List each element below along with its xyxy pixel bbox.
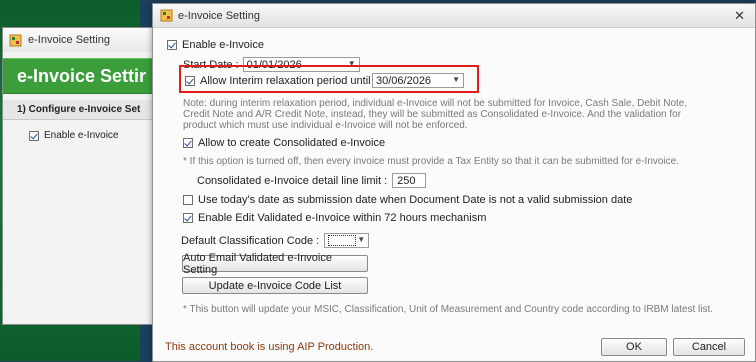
update-code-list-button[interactable]: Update e-Invoice Code List xyxy=(182,277,368,294)
e-invoice-setting-dialog: e-Invoice Setting ✕ Enable e-Invoice Sta… xyxy=(152,3,756,362)
classification-row: Default Classification Code : ▼ xyxy=(181,233,370,248)
classification-value xyxy=(328,235,357,246)
consolidated-row[interactable]: Allow to create Consolidated e-Invoice xyxy=(183,137,385,149)
edit-validated-checkbox[interactable] xyxy=(183,213,193,223)
dialog-title: e-Invoice Setting xyxy=(178,9,260,22)
cancel-button[interactable]: Cancel xyxy=(673,338,745,356)
background-enable-row[interactable]: Enable e-Invoice xyxy=(3,130,163,141)
close-icon[interactable]: ✕ xyxy=(734,8,745,24)
consolidated-note: * If this option is turned off, then eve… xyxy=(183,156,680,167)
ok-button[interactable]: OK xyxy=(601,338,667,356)
use-today-checkbox[interactable] xyxy=(183,195,193,205)
enable-einvoice-label: Enable e-Invoice xyxy=(182,39,264,51)
app-icon xyxy=(9,34,22,46)
highlight-box xyxy=(179,65,479,93)
use-today-label: Use today's date as submission date when… xyxy=(198,194,633,206)
line-limit-input[interactable]: 250 xyxy=(392,173,427,188)
line-limit-label: Consolidated e-Invoice detail line limit… xyxy=(197,174,388,187)
enable-einvoice-row[interactable]: Enable e-Invoice xyxy=(167,39,264,51)
background-window: e-Invoice Setting e-Invoice Settir 1) Co… xyxy=(2,27,164,325)
line-limit-row: Consolidated e-Invoice detail line limit… xyxy=(197,173,427,188)
consolidated-checkbox[interactable] xyxy=(183,138,193,148)
app-icon xyxy=(160,9,173,22)
background-window-titlebar: e-Invoice Setting xyxy=(3,28,163,52)
background-enable-label: Enable e-Invoice xyxy=(44,130,119,141)
background-enable-checkbox[interactable] xyxy=(29,130,39,141)
interim-note: Note: during interim relaxation period, … xyxy=(183,98,688,131)
enable-einvoice-checkbox[interactable] xyxy=(167,40,177,50)
account-book-status: This account book is using AIP Productio… xyxy=(165,341,374,353)
background-window-title: e-Invoice Setting xyxy=(28,34,110,46)
consolidated-label: Allow to create Consolidated e-Invoice xyxy=(198,137,386,149)
update-code-note: * This button will update your MSIC, Cla… xyxy=(183,304,714,315)
wizard-step-title: 1) Configure e-Invoice Set xyxy=(3,100,163,120)
classification-select[interactable]: ▼ xyxy=(324,233,370,248)
dialog-titlebar: e-Invoice Setting ✕ xyxy=(153,4,755,28)
classification-label: Default Classification Code : xyxy=(181,234,320,247)
wizard-header: e-Invoice Settir xyxy=(3,58,163,94)
edit-validated-label: Enable Edit Validated e-Invoice within 7… xyxy=(198,212,487,224)
edit-validated-row[interactable]: Enable Edit Validated e-Invoice within 7… xyxy=(183,212,486,224)
use-today-row[interactable]: Use today's date as submission date when… xyxy=(183,194,632,206)
auto-email-settings-button[interactable]: Auto Email Validated e-Invoice Setting xyxy=(182,252,368,276)
chevron-down-icon[interactable]: ▼ xyxy=(357,235,365,244)
line-limit-value: 250 xyxy=(397,174,416,187)
